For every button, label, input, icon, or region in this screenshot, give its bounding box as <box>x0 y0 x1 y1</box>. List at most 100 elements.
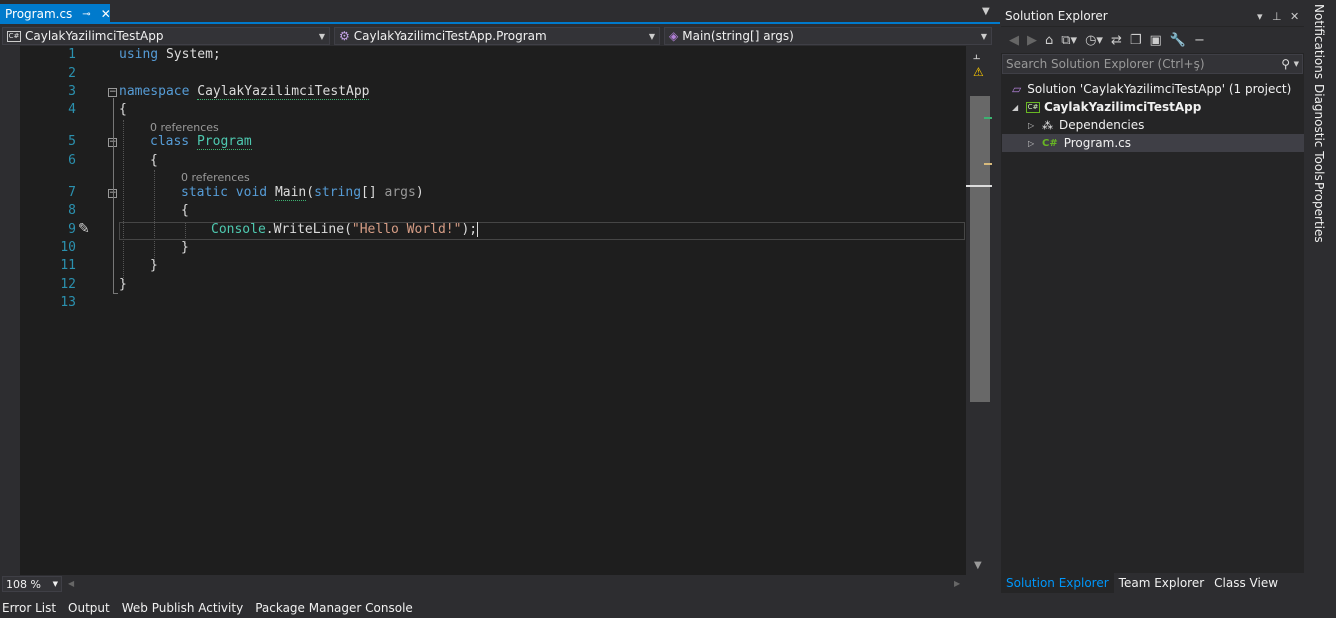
code-line-9: Console.WriteLine("Hello World!"); <box>211 222 479 237</box>
tree-item-project[interactable]: ◢ C# CaylakYazilimciTestApp <box>1012 98 1201 116</box>
back-icon[interactable]: ◀ <box>1009 33 1019 48</box>
project-dropdown[interactable]: C# CaylakYazilimciTestApp ▼ <box>2 27 330 45</box>
tab-error-list[interactable]: Error List <box>2 601 56 615</box>
member-dropdown[interactable]: ◈ Main(string[] args) ▼ <box>664 27 992 45</box>
horizontal-scrollbar[interactable] <box>0 575 966 592</box>
tab-output[interactable]: Output <box>68 601 110 615</box>
code-line-6: { <box>150 153 158 168</box>
dependencies-icon: ⁂ <box>1042 118 1053 132</box>
csharp-project-icon: C# <box>1026 101 1040 113</box>
tab-program-cs[interactable]: Program.cs ⊸ ✕ <box>0 4 111 24</box>
tab-diagnostic-tools[interactable]: Diagnostic Tools <box>1312 84 1326 181</box>
collapsed-triangle-icon[interactable]: ▷ <box>1028 121 1042 130</box>
line-number: 1 <box>68 47 76 62</box>
scroll-left-icon[interactable]: ◀ <box>68 579 74 588</box>
scroll-down-icon[interactable]: ▼ <box>974 560 982 571</box>
show-all-files-icon[interactable]: ▣ <box>1150 33 1162 48</box>
collapse-icon[interactable]: − <box>108 88 117 97</box>
chevron-down-icon: ▼ <box>52 580 58 588</box>
properties-wrench-icon[interactable]: 🔧 <box>1170 33 1186 48</box>
sync-icon[interactable]: ⇄ <box>1111 33 1122 48</box>
line-number: 3 <box>68 84 76 99</box>
outline-line <box>113 98 114 294</box>
code-line-11: } <box>150 258 158 273</box>
pin-icon[interactable]: ⊥ <box>1272 10 1282 23</box>
tab-label: Program.cs <box>5 7 73 21</box>
scroll-right-icon[interactable]: ▶ <box>954 579 960 588</box>
tree-item-program-cs[interactable]: ▷ C# Program.cs <box>1028 134 1131 152</box>
bottom-panel-tabs: Error List Output Web Publish Activity P… <box>0 597 1000 618</box>
outline-line-end <box>113 293 118 294</box>
change-marker <box>984 117 992 119</box>
indent-guide <box>123 120 124 280</box>
chevron-down-icon: ▼ <box>980 31 987 41</box>
scrollbar-thumb[interactable] <box>970 96 990 402</box>
code-line-5: class Program <box>150 134 252 150</box>
expanded-triangle-icon[interactable]: ◢ <box>1012 103 1026 112</box>
class-icon: ⚙ <box>339 29 350 43</box>
code-line-4: { <box>119 102 127 117</box>
home-icon[interactable]: ⌂ <box>1045 33 1053 48</box>
collapse-all-icon[interactable]: ❐ <box>1130 33 1142 48</box>
tab-web-publish-activity[interactable]: Web Publish Activity <box>122 601 243 615</box>
indent-guide <box>154 170 155 262</box>
line-number: 2 <box>68 66 76 81</box>
editor-left-margin <box>0 46 20 575</box>
forward-icon[interactable]: ▶ <box>1027 33 1037 48</box>
line-number: 13 <box>60 295 76 310</box>
chevron-down-icon[interactable]: ▼ <box>1294 60 1299 68</box>
close-icon[interactable]: ✕ <box>1290 10 1299 23</box>
tree-item-solution[interactable]: ▱ Solution 'CaylakYazilimciTestApp' (1 p… <box>1012 80 1291 98</box>
code-line-12: } <box>119 277 127 292</box>
line-number: 4 <box>68 102 76 117</box>
minimize-icon[interactable]: − <box>1194 33 1205 48</box>
class-dropdown[interactable]: ⚙ CaylakYazilimciTestApp.Program ▼ <box>334 27 660 45</box>
solution-icon: ▱ <box>1012 82 1022 96</box>
code-line-3: namespace CaylakYazilimciTestApp <box>119 84 370 100</box>
code-line-1: using System; <box>119 47 221 62</box>
line-number: 11 <box>60 258 76 273</box>
split-editor-icon[interactable]: ⫠ <box>973 48 980 63</box>
switch-views-icon[interactable]: ⧉▾ <box>1061 33 1077 48</box>
csharp-file-icon: C# <box>1042 137 1058 149</box>
solution-explorer-search-input[interactable]: Search Solution Explorer (Ctrl+ş) ⚲ ▼ <box>1002 54 1303 74</box>
solution-explorer-toolbar: ◀ ▶ ⌂ ⧉▾ ◷▾ ⇄ ❐ ▣ 🔧 − <box>1001 27 1304 53</box>
tab-solution-explorer[interactable]: Solution Explorer <box>1001 573 1114 593</box>
method-icon: ◈ <box>669 29 679 43</box>
pending-changes-icon[interactable]: ◷▾ <box>1085 33 1103 48</box>
code-line-10: } <box>181 240 189 255</box>
zoom-level-dropdown[interactable]: 108 % ▼ <box>2 576 62 592</box>
chevron-down-icon: ▼ <box>318 31 325 41</box>
chevron-down-icon: ▼ <box>648 31 655 41</box>
line-number: 5 <box>68 134 76 149</box>
csharp-project-icon: C# <box>7 30 21 42</box>
pin-icon[interactable]: ⊸ <box>82 9 90 20</box>
solution-explorer-titlebar: Solution Explorer ▾ ⊥ ✕ <box>1001 6 1304 26</box>
line-number: 7 <box>68 185 76 200</box>
tab-notifications[interactable]: Notifications <box>1312 4 1326 79</box>
tab-properties[interactable]: Properties <box>1312 182 1326 243</box>
search-icon[interactable]: ⚲ <box>1281 57 1290 71</box>
collapsed-triangle-icon[interactable]: ▷ <box>1028 139 1042 148</box>
screwdriver-icon[interactable]: ✎ <box>78 221 90 237</box>
document-tab-strip <box>0 0 1000 24</box>
line-number: 10 <box>60 240 76 255</box>
solution-explorer-bottom-tabs: Solution Explorer Team Explorer Class Vi… <box>1001 573 1304 593</box>
caret-position-marker <box>966 185 992 187</box>
navigation-bar: C# CaylakYazilimciTestApp ▼ ⚙ CaylakYazi… <box>0 26 1000 46</box>
code-line-7: static void Main(string[] args) <box>181 185 424 201</box>
tab-team-explorer[interactable]: Team Explorer <box>1114 573 1210 593</box>
tab-package-manager-console[interactable]: Package Manager Console <box>255 601 413 615</box>
codelens-references[interactable]: 0 references <box>181 171 250 184</box>
window-position-icon[interactable]: ▾ <box>1257 10 1263 23</box>
tree-item-dependencies[interactable]: ▷ ⁂ Dependencies <box>1028 116 1144 134</box>
close-icon[interactable]: ✕ <box>101 7 111 21</box>
line-number: 6 <box>68 153 76 168</box>
tab-overflow-icon[interactable]: ▼ <box>982 6 990 17</box>
warning-marker <box>984 163 992 165</box>
warning-icon[interactable]: ⚠ <box>973 65 984 79</box>
text-cursor <box>477 222 479 237</box>
codelens-references[interactable]: 0 references <box>150 121 219 134</box>
tab-class-view[interactable]: Class View <box>1209 573 1283 593</box>
line-number: 8 <box>68 203 76 218</box>
